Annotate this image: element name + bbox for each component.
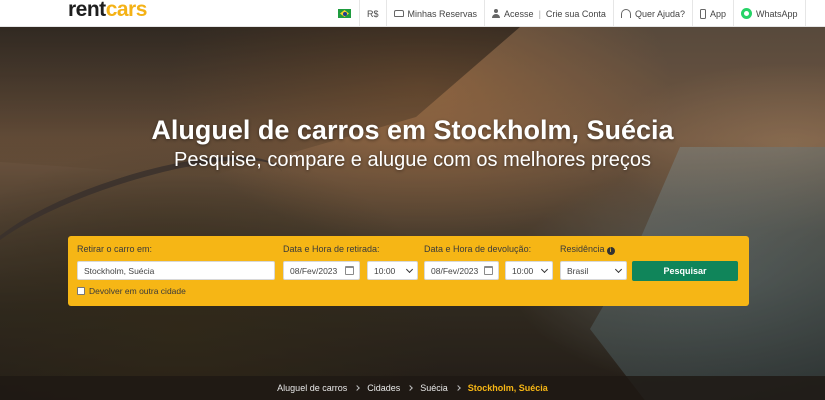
hero-overlay: [0, 27, 825, 400]
logo-cars: cars: [105, 0, 148, 21]
residence-label: Residência: [560, 244, 605, 254]
search-button[interactable]: Pesquisar: [632, 261, 738, 281]
chevron-down-icon: [540, 265, 549, 274]
logo-rent: rent: [68, 0, 106, 21]
search-form: Retirar o carro em: Stockholm, Suécia Da…: [68, 236, 749, 306]
breadcrumb-item-cities[interactable]: Cidades: [367, 383, 400, 393]
pickup-datetime-label: Data e Hora de retirada:: [283, 244, 380, 254]
page-subtitle: Pesquise, compare e alugue com os melhor…: [174, 149, 651, 171]
rentcars-logo[interactable]: rentcars: [68, 0, 147, 22]
pickup-location-input[interactable]: Stockholm, Suécia: [77, 261, 275, 280]
app-label: App: [709, 8, 726, 19]
info-icon[interactable]: i: [606, 247, 615, 255]
pickup-time-value: 10:00: [374, 265, 396, 276]
currency-label: R$: [367, 8, 379, 19]
residence-label-wrap: Residência i: [560, 244, 615, 255]
residence-value: Brasil: [567, 265, 589, 276]
whatsapp-icon: [741, 8, 752, 19]
user-icon: [492, 9, 501, 18]
breadcrumb-item-sweden[interactable]: Suécia: [420, 383, 448, 393]
header-nav: R$ Minhas Reservas Acesse | Crie sua Con…: [330, 0, 806, 27]
hero-section: Aluguel de carros em Stockholm, Suécia P…: [0, 27, 825, 400]
help-link[interactable]: Quer Ajuda?: [612, 0, 692, 27]
breadcrumb: Aluguel de carros Cidades Suécia Stockho…: [0, 376, 825, 400]
pickup-date-input[interactable]: 08/Fev/2023: [283, 261, 360, 280]
pickup-location-value: Stockholm, Suécia: [84, 265, 155, 276]
return-date-input[interactable]: 08/Fev/2023: [424, 261, 499, 280]
my-reservations-link[interactable]: Minhas Reservas: [385, 0, 485, 27]
chevron-right-icon: [454, 385, 461, 391]
page-title: Aluguel de carros em Stockholm, Suécia: [151, 115, 674, 145]
login-link[interactable]: Acesse: [504, 9, 534, 19]
return-date-value: 08/Fev/2023: [431, 265, 479, 276]
return-time-select[interactable]: 10:00: [505, 261, 553, 280]
my-reservations-label: Minhas Reservas: [407, 8, 478, 19]
app-link[interactable]: App: [691, 0, 733, 27]
residence-select[interactable]: Brasil: [560, 261, 627, 280]
calendar-icon: [345, 266, 354, 275]
calendar-icon: [484, 266, 493, 275]
divider: |: [538, 8, 541, 19]
currency-selector[interactable]: R$: [359, 0, 386, 27]
brazil-flag-icon: [338, 9, 351, 18]
chevron-right-icon: [354, 385, 361, 391]
chevron-down-icon: [405, 265, 414, 274]
whatsapp-label: WhatsApp: [756, 8, 798, 19]
top-navigation-bar: rentcars R$ Minhas Reservas Acesse | Cri…: [0, 0, 825, 27]
chevron-down-icon: [614, 265, 623, 274]
return-datetime-label: Data e Hora de devolução:: [424, 244, 532, 254]
return-other-city-checkbox[interactable]: [77, 287, 85, 295]
breadcrumb-current: Stockholm, Suécia: [467, 383, 548, 393]
headset-icon: [620, 9, 631, 18]
car-icon: [393, 10, 404, 17]
account-link[interactable]: Acesse | Crie sua Conta: [484, 0, 613, 27]
return-other-city-label[interactable]: Devolver em outra cidade: [89, 286, 186, 296]
help-label: Quer Ajuda?: [634, 8, 685, 19]
signup-link[interactable]: Crie sua Conta: [546, 9, 606, 19]
chevron-right-icon: [407, 385, 414, 391]
pickup-location-label: Retirar o carro em:: [77, 244, 153, 254]
pickup-time-select[interactable]: 10:00: [367, 261, 418, 280]
whatsapp-link[interactable]: WhatsApp: [733, 0, 806, 27]
pickup-date-value: 08/Fev/2023: [290, 265, 338, 276]
language-selector[interactable]: [330, 0, 359, 27]
breadcrumb-item-car-rental[interactable]: Aluguel de carros: [277, 383, 347, 393]
return-time-value: 10:00: [512, 265, 534, 276]
phone-icon: [699, 8, 706, 19]
